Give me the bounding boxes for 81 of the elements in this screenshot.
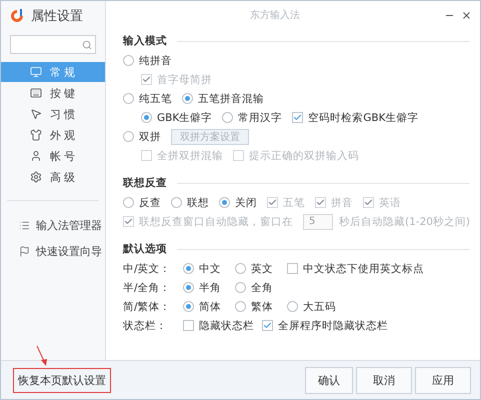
shirt-icon	[30, 129, 42, 141]
radio-button[interactable]	[235, 301, 246, 312]
settings-icon	[30, 171, 42, 183]
keyboard-icon	[30, 87, 42, 99]
radio-option[interactable]: 全角	[235, 280, 279, 294]
hint-text: 秒后自动隐藏(1-20秒之间)	[339, 214, 470, 228]
sidebar-item[interactable]: 按键	[1, 83, 105, 103]
app-title: 东方输入法	[249, 8, 301, 22]
radio-button[interactable]	[171, 197, 182, 208]
option-label: 简/繁体：	[123, 300, 172, 314]
radio-button[interactable]	[183, 301, 194, 312]
sidebar-label: 高级	[50, 170, 78, 184]
sidebar-item[interactable]: 高级	[1, 167, 105, 187]
sidebar-item[interactable]: 习惯	[1, 104, 105, 124]
radio-button[interactable]	[219, 197, 230, 208]
dialog-button[interactable]: 应用	[415, 366, 471, 394]
radio-option[interactable]: 大五码	[287, 300, 336, 314]
checkbox[interactable]	[262, 320, 273, 331]
checkbox[interactable]	[183, 320, 194, 331]
restore-defaults-button[interactable]: 恢复本页默认设置	[18, 372, 106, 388]
logo-icon	[9, 8, 25, 24]
sidebar-label: 外观	[50, 128, 78, 142]
radio-option[interactable]: 联想	[171, 196, 209, 210]
sidebar-item[interactable]: 帐号	[1, 146, 105, 166]
radio-option[interactable]: 英文	[235, 262, 279, 276]
section-title: 默认选项	[123, 242, 167, 256]
radio-button[interactable]	[123, 93, 134, 104]
option-label: 中/英文：	[123, 262, 172, 276]
checkbox-option[interactable]: 隐藏状态栏	[183, 318, 254, 332]
mouse-pointer-icon	[30, 108, 42, 120]
sidebar-item[interactable]: 外观	[1, 125, 105, 145]
search-field[interactable]	[10, 35, 96, 54]
radio-option[interactable]: 双拼	[123, 130, 161, 144]
flag-icon	[19, 246, 30, 256]
radio-button[interactable]	[123, 55, 134, 66]
section-title: 输入模式	[123, 34, 167, 48]
radio-button[interactable]	[222, 112, 234, 123]
radio-button[interactable]	[287, 301, 298, 312]
sidebar-label: 快速设置向导	[36, 244, 102, 258]
radio-button[interactable]	[182, 93, 193, 104]
radio-option[interactable]: 纯拼音	[123, 54, 172, 68]
radio-option[interactable]: GBK生僻字	[141, 110, 212, 124]
close-icon[interactable]	[461, 10, 472, 20]
sidebar-label: 帐号	[50, 148, 78, 164]
sidebar-link[interactable]: 输入法管理器	[1, 215, 105, 235]
search-icon	[82, 40, 92, 50]
radio-button[interactable]	[183, 263, 194, 274]
option-label: 半/全角：	[123, 280, 172, 294]
radio-option[interactable]: 纯五笔	[123, 92, 172, 106]
radio-option[interactable]: 繁体	[235, 300, 279, 314]
radio-button[interactable]	[123, 197, 134, 208]
radio-button[interactable]	[123, 131, 134, 142]
radio-option[interactable]: 关闭	[219, 196, 257, 210]
sidebar-link[interactable]: 快速设置向导	[1, 241, 105, 261]
radio-button[interactable]	[183, 282, 194, 293]
radio-option[interactable]: 半角	[183, 280, 227, 294]
radio-option[interactable]: 中文	[183, 262, 227, 276]
checkbox-option[interactable]: 全屏程序时隐藏状态栏	[262, 318, 388, 332]
sidebar-label: 输入法管理器	[36, 218, 102, 232]
radio-option[interactable]: 简体	[183, 300, 227, 314]
radio-option[interactable]: 五笔拼音混输	[182, 92, 264, 106]
checkbox-option[interactable]: 中文状态下使用英文标点	[287, 262, 424, 276]
radio-option[interactable]: 常用汉字	[222, 110, 282, 124]
sidebar-label: 习惯	[50, 106, 78, 122]
monitor-icon	[30, 66, 42, 78]
annotation-arrow	[35, 345, 49, 367]
user-icon	[30, 150, 42, 162]
radio-button[interactable]	[235, 263, 246, 274]
checkbox[interactable]	[292, 112, 304, 123]
sidebar-label: 按键	[50, 86, 78, 100]
checkbox-option[interactable]: 空码时检索GBK生僻字	[292, 110, 418, 124]
option-label: 状态栏：	[123, 318, 168, 332]
section-title: 联想反查	[123, 176, 167, 190]
sidebar-label: 常规	[50, 64, 78, 80]
radio-option[interactable]: 反查	[123, 196, 161, 210]
window-title: 属性设置	[31, 8, 83, 25]
dialog-button[interactable]: 确认	[305, 366, 353, 394]
radio-button[interactable]	[141, 112, 152, 123]
checkbox[interactable]	[287, 263, 298, 274]
dialog-button[interactable]: 取消	[356, 366, 412, 394]
radio-button[interactable]	[235, 282, 246, 293]
